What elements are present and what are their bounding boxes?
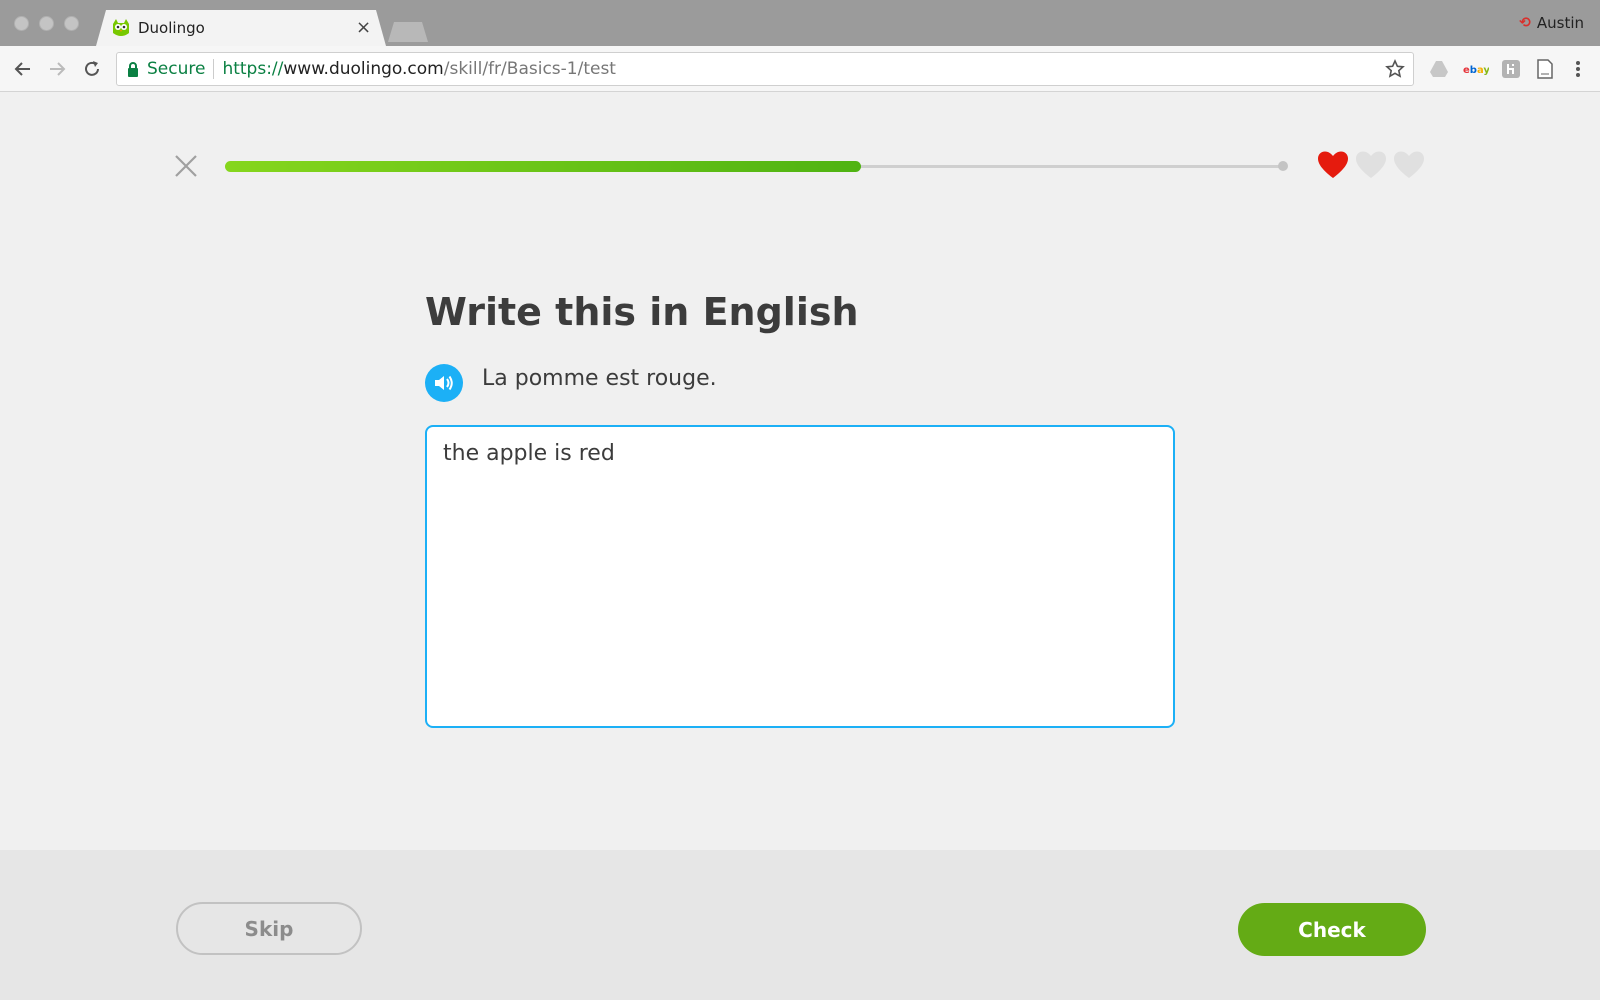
browser-titlebar: Duolingo × ⟲ Austin bbox=[0, 0, 1600, 46]
source-sentence: La pomme est rouge. bbox=[482, 366, 717, 391]
url-path: /skill/fr/Basics-1/test bbox=[443, 59, 616, 79]
speaker-icon bbox=[435, 375, 453, 391]
forward-button[interactable] bbox=[44, 56, 70, 82]
forward-icon bbox=[50, 62, 66, 76]
tab-title: Duolingo bbox=[138, 19, 205, 37]
window-close-button[interactable] bbox=[14, 16, 29, 31]
heart-icon-full bbox=[1318, 151, 1348, 178]
svg-text:ebay: ebay bbox=[1463, 65, 1489, 75]
profile-name: Austin bbox=[1536, 14, 1584, 32]
browser-toolbar: Secure https://www.duolingo.com/skill/fr… bbox=[0, 46, 1600, 92]
extension-icon bbox=[1502, 60, 1520, 78]
lesson-progress-end bbox=[1278, 161, 1288, 171]
skip-button[interactable]: Skip bbox=[176, 902, 362, 955]
tab-close-icon[interactable]: × bbox=[356, 17, 371, 38]
ebay-icon: ebay bbox=[1463, 65, 1489, 75]
menu-icon bbox=[1576, 61, 1580, 77]
address-bar[interactable]: Secure https://www.duolingo.com/skill/fr… bbox=[116, 52, 1414, 86]
lesson-footer: Skip Check bbox=[0, 850, 1600, 1000]
new-tab-button[interactable] bbox=[388, 22, 428, 42]
window-minimize-button[interactable] bbox=[39, 16, 54, 31]
honey-extension[interactable] bbox=[1500, 58, 1522, 80]
secure-indicator[interactable]: Secure bbox=[127, 59, 205, 79]
heart-icon-empty bbox=[1356, 151, 1386, 178]
check-button[interactable]: Check bbox=[1238, 903, 1426, 956]
ebay-extension[interactable]: ebay bbox=[1463, 58, 1489, 80]
answer-input[interactable] bbox=[425, 425, 1175, 728]
secure-label: Secure bbox=[147, 59, 206, 79]
reload-button[interactable] bbox=[79, 56, 105, 82]
profile-button[interactable]: ⟲ Austin bbox=[1519, 14, 1584, 32]
hearts bbox=[1316, 150, 1426, 180]
lesson-progress-fill bbox=[225, 161, 861, 172]
back-icon bbox=[14, 62, 30, 76]
star-icon[interactable] bbox=[1385, 59, 1405, 79]
browser-tab-duolingo[interactable]: Duolingo × bbox=[96, 10, 386, 46]
drive-extension[interactable] bbox=[1428, 58, 1450, 80]
drive-icon bbox=[1430, 61, 1448, 77]
challenge-prompt: Write this in English bbox=[425, 290, 859, 334]
reload-icon bbox=[85, 61, 99, 76]
heart-icon-empty bbox=[1394, 151, 1424, 178]
back-button[interactable] bbox=[10, 56, 36, 82]
window-zoom-button[interactable] bbox=[64, 16, 79, 31]
url-scheme: https:// bbox=[222, 59, 284, 79]
document-icon bbox=[1537, 59, 1553, 79]
play-audio-button[interactable] bbox=[425, 364, 463, 402]
url-host: www.duolingo.com bbox=[283, 59, 444, 79]
sync-error-icon: ⟲ bbox=[1519, 15, 1531, 31]
owl-icon bbox=[113, 19, 129, 36]
browser-menu-button[interactable] bbox=[1567, 58, 1589, 80]
quit-icon[interactable] bbox=[174, 154, 198, 178]
page-extension[interactable] bbox=[1534, 58, 1556, 80]
omnibox-divider bbox=[213, 59, 215, 79]
lock-icon bbox=[128, 61, 138, 77]
